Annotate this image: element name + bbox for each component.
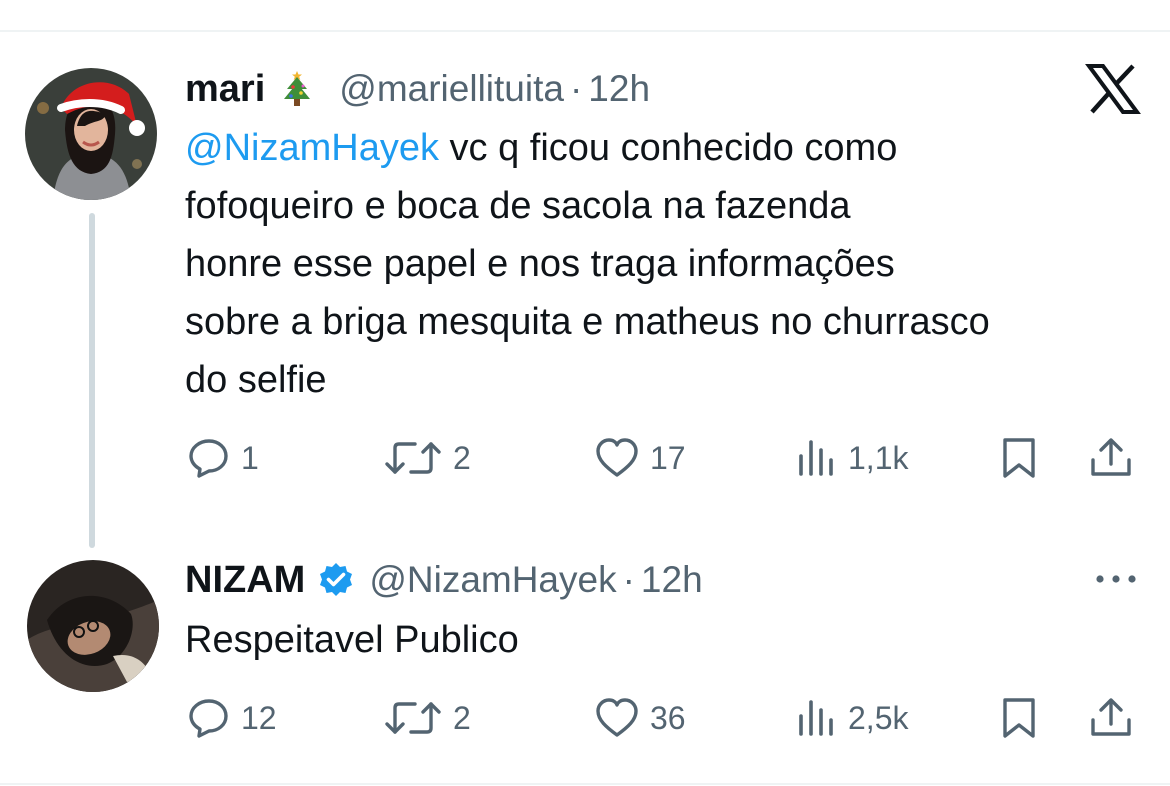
display-name[interactable]: mari	[185, 68, 265, 111]
tweet-text-line-5: do selfie	[185, 359, 327, 401]
reply-count: 1	[241, 439, 259, 476]
share-button[interactable]	[1088, 436, 1134, 480]
reply-button[interactable]: 12	[187, 696, 277, 740]
repost-count: 2	[453, 699, 471, 736]
verified-badge-icon	[317, 561, 355, 599]
reply-button[interactable]: 1	[187, 436, 259, 480]
view-count: 1,1k	[848, 439, 909, 476]
bookmark-button[interactable]	[999, 436, 1039, 480]
tweet-header: NIZAM @NizamHayek · 12h	[185, 557, 703, 603]
repost-button[interactable]: 2	[383, 436, 471, 480]
share-icon	[1088, 696, 1134, 740]
share-icon	[1088, 436, 1134, 480]
reply-count: 12	[241, 699, 277, 736]
tweet-text-line-2: fofoqueiro e boca de sacola na fazenda	[185, 185, 851, 227]
separator-dot: ·	[622, 559, 635, 600]
handle[interactable]: @mariellituita	[339, 68, 564, 110]
views-button[interactable]: 2,5k	[796, 696, 908, 740]
bookmark-icon	[999, 436, 1039, 480]
more-icon[interactable]	[1092, 565, 1140, 598]
tweet-text-line-3: honre esse papel e nos traga informações	[185, 243, 895, 285]
tweet-text: Respeitavel Publico	[185, 619, 519, 661]
christmas-tree-icon	[281, 69, 313, 109]
views-icon	[796, 436, 838, 480]
repost-icon	[383, 696, 443, 740]
top-divider	[0, 30, 1170, 32]
avatar-nizam[interactable]	[27, 560, 159, 692]
repost-button[interactable]: 2	[383, 696, 471, 740]
share-button[interactable]	[1088, 696, 1134, 740]
tweet-text-line-1: @NizamHayek vc q ficou conhecido como	[185, 119, 1155, 177]
bookmark-button[interactable]	[999, 696, 1039, 740]
handle[interactable]: @NizamHayek	[369, 559, 616, 601]
repost-icon	[383, 436, 443, 480]
x-logo-icon[interactable]	[1085, 63, 1141, 120]
separator-dot: ·	[569, 68, 583, 109]
views-button[interactable]: 1,1k	[796, 436, 908, 480]
like-count: 17	[650, 439, 686, 476]
timestamp[interactable]: 12h	[588, 68, 650, 110]
view-count: 2,5k	[848, 699, 909, 736]
bookmark-icon	[999, 696, 1039, 740]
like-icon	[594, 696, 640, 740]
tweet-text: @NizamHayek vc q ficou conhecido como fo…	[185, 119, 1155, 409]
tweet-header: mari @mariellituita · 12h	[185, 66, 650, 112]
thread-connector	[89, 213, 95, 548]
display-name[interactable]: NIZAM	[185, 559, 305, 602]
like-button[interactable]: 36	[594, 696, 686, 740]
mention-link[interactable]: @NizamHayek	[185, 127, 439, 169]
like-button[interactable]: 17	[594, 436, 686, 480]
reply-icon	[187, 436, 231, 480]
reply-icon	[187, 696, 231, 740]
repost-count: 2	[453, 439, 471, 476]
views-icon	[796, 696, 838, 740]
like-count: 36	[650, 699, 686, 736]
like-icon	[594, 436, 640, 480]
tweet-text-segment: vc q ficou conhecido como	[438, 127, 898, 169]
tweet-text-line-4: sobre a briga mesquita e matheus no chur…	[185, 301, 990, 343]
bottom-divider	[0, 783, 1170, 785]
avatar-mari[interactable]	[25, 68, 157, 200]
timestamp[interactable]: 12h	[641, 559, 703, 601]
